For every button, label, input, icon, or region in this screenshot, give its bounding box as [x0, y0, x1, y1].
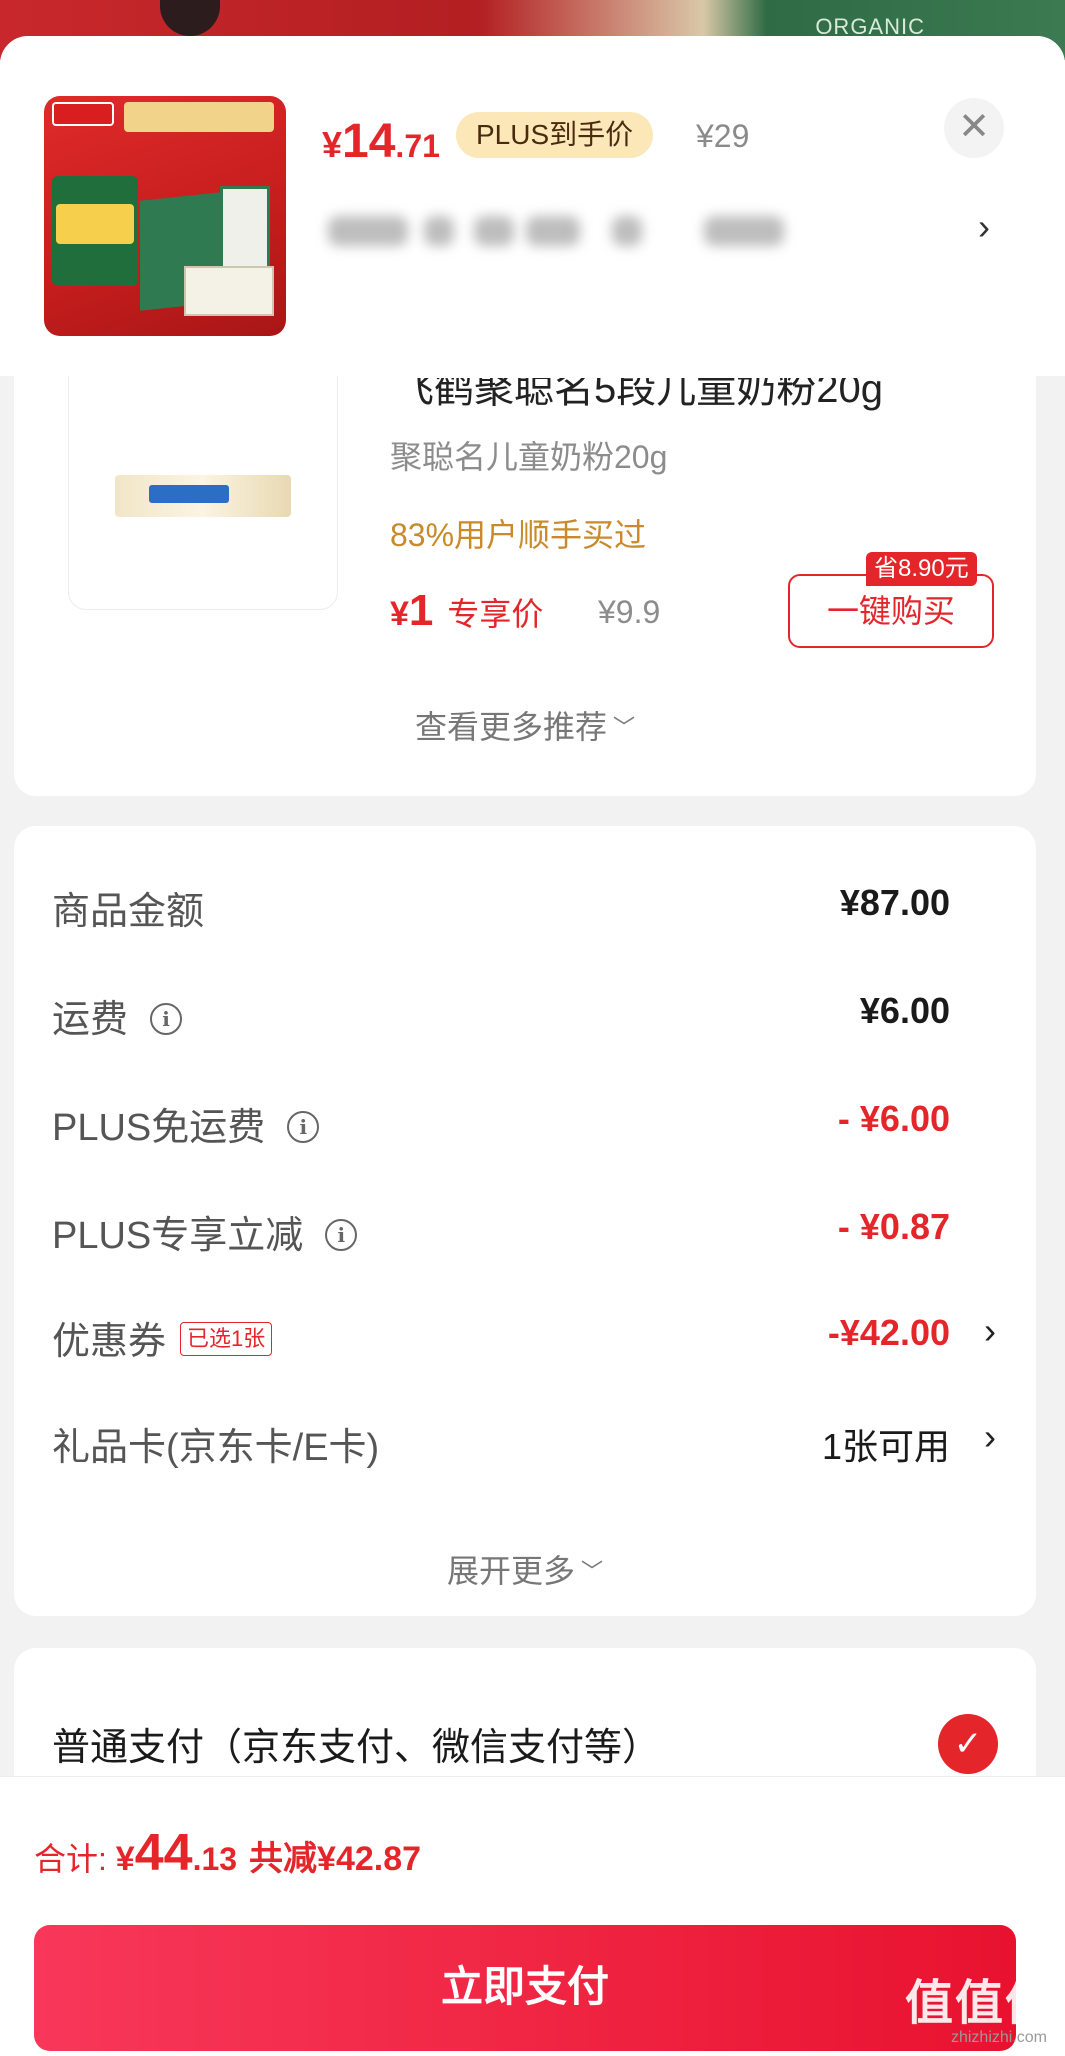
- header-price: ¥14.71: [322, 114, 440, 169]
- row-plus-free-shipping: PLUS免运费 i - ¥6.00: [14, 1088, 1036, 1151]
- info-icon[interactable]: i: [287, 1111, 320, 1143]
- recommended-original-price: ¥9.9: [598, 594, 661, 630]
- save-badge: 省8.90元: [866, 552, 977, 586]
- expand-more-link[interactable]: 展开更多 ﹀: [14, 1546, 1036, 1592]
- close-icon[interactable]: ✕: [944, 98, 1004, 158]
- header-original-price: ¥29: [696, 118, 750, 154]
- row-label-text: 优惠券: [52, 1321, 167, 1363]
- payment-method-label: 普通支付（京东支付、微信支付等）: [52, 1727, 661, 1769]
- row-label-text: 运费: [52, 999, 129, 1041]
- row-gift-card[interactable]: 礼品卡(京东卡/E卡) 1张可用 ›: [14, 1408, 1036, 1469]
- chevron-right-icon[interactable]: ›: [984, 1416, 996, 1458]
- promo-highlight: [56, 204, 134, 244]
- row-value: -¥42.00: [827, 1312, 950, 1353]
- row-value: ¥6.00: [859, 990, 950, 1031]
- promo-strip: [124, 102, 274, 132]
- check-icon[interactable]: ✓: [938, 1714, 998, 1774]
- view-more-recommendations-link[interactable]: 查看更多推荐 ﹀: [14, 702, 1036, 748]
- product-header: ¥14.71 PLUS到手价 ¥29 ✕ ›: [0, 36, 1065, 376]
- total-saved: 共减¥42.87: [249, 1840, 422, 1878]
- row-value: ¥87.00: [839, 882, 950, 923]
- total-int: 44: [134, 1824, 193, 1882]
- row-label: 商品金额: [52, 891, 205, 933]
- price-int: 14: [342, 115, 396, 168]
- recommended-price: ¥1 专享价: [390, 586, 543, 636]
- checkout-bottom-bar: 合计: ¥44.13 共减¥42.87 立即支付 值值值 zhizhizhi.co…: [0, 1776, 1065, 2056]
- view-more-label: 查看更多推荐: [414, 709, 607, 745]
- chevron-right-icon[interactable]: ›: [978, 206, 990, 248]
- row-label-text: PLUS免运费: [52, 1107, 266, 1149]
- row-label: 运费 i: [52, 988, 183, 1043]
- selected-spec-blurred[interactable]: [316, 204, 816, 260]
- row-value: 1张可用: [821, 1426, 950, 1467]
- watermark-logo: 值值值: [904, 1977, 1055, 2030]
- total-label: 合计:: [34, 1841, 116, 1877]
- product-thumbnail[interactable]: [44, 96, 286, 336]
- watermark-url: zhizhizhi.com: [950, 2029, 1047, 2046]
- row-plus-discount: PLUS专享立减 i - ¥0.87: [14, 1196, 1036, 1259]
- price-value: 1: [408, 586, 434, 635]
- checkout-sheet: 飞鹤聚聪名5段儿童奶粉20g 聚聪名儿童奶粉20g 83%用户顺手买过 ¥1 专享…: [0, 36, 1065, 2056]
- row-label: 优惠券 已选1张: [52, 1310, 273, 1365]
- expand-more-label: 展开更多: [446, 1553, 575, 1589]
- price-label: 专享价: [447, 596, 544, 632]
- order-total: 合计: ¥44.13 共减¥42.87: [34, 1823, 421, 1883]
- brand-logo: [52, 102, 114, 126]
- row-label: PLUS专享立减 i: [52, 1204, 358, 1259]
- chevron-right-icon[interactable]: ›: [984, 1310, 996, 1352]
- row-label-text: PLUS专享立减: [52, 1215, 304, 1257]
- price-dec: .71: [395, 128, 440, 164]
- row-coupon[interactable]: 优惠券 已选1张 -¥42.00 ›: [14, 1302, 1036, 1365]
- row-shipping: 运费 i ¥6.00: [14, 980, 1036, 1043]
- total-dec: .13: [192, 1841, 238, 1877]
- total-symbol: ¥: [115, 1840, 135, 1878]
- coupon-selected-tag: 已选1张: [180, 1322, 273, 1356]
- row-goods-amount: 商品金额 ¥87.00: [14, 872, 1036, 933]
- price-symbol: ¥: [390, 595, 409, 633]
- chevron-down-icon: ﹀: [613, 715, 636, 740]
- milk-stick-label: [149, 485, 229, 503]
- repurchase-stat: 83%用户顺手买过: [390, 517, 647, 553]
- recommended-product-subtitle: 聚聪名儿童奶粉20g: [390, 439, 668, 475]
- row-value: - ¥6.00: [837, 1098, 950, 1139]
- price-symbol: ¥: [322, 124, 343, 165]
- chevron-down-icon: ﹀: [581, 1559, 604, 1584]
- milk-pack-graphic: [184, 266, 274, 316]
- row-value: - ¥0.87: [837, 1206, 950, 1247]
- plus-price-badge: PLUS到手价: [456, 112, 654, 158]
- info-icon[interactable]: i: [325, 1219, 358, 1251]
- price-breakdown-card: 商品金额 ¥87.00 运费 i ¥6.00 PLUS免运费 i - ¥6.00 P…: [14, 826, 1036, 1616]
- row-label: 礼品卡(京东卡/E卡): [52, 1427, 380, 1469]
- row-label: PLUS免运费 i: [52, 1096, 320, 1151]
- info-icon[interactable]: i: [150, 1003, 183, 1035]
- banner-character: [160, 0, 220, 36]
- pay-now-button[interactable]: 立即支付: [34, 1925, 1016, 2051]
